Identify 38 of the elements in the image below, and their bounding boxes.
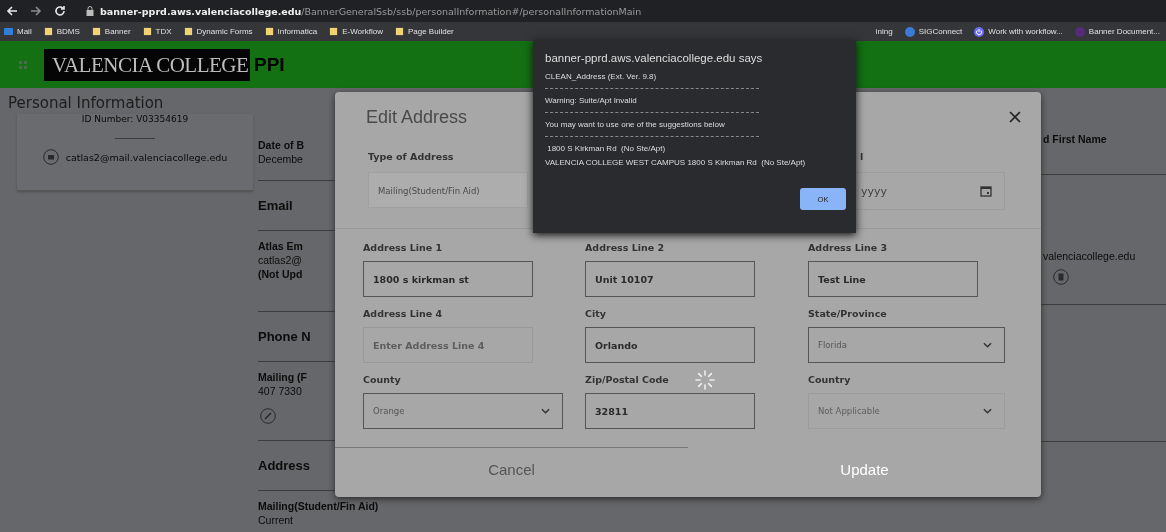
field-label: Mailing (F (258, 370, 307, 384)
app-name: PPI (254, 53, 285, 76)
section-heading: Address (258, 458, 311, 473)
field-value: Decembe (258, 152, 303, 166)
section-heading: Phone N (258, 329, 311, 344)
field-label: County (363, 373, 401, 387)
field-label: Address Line 2 (585, 241, 665, 255)
field-label: Country (808, 373, 851, 387)
field-value: Current (258, 513, 293, 527)
alert-message: 1800 S Kirkman Rd (No Ste/Apt) (546, 143, 667, 155)
field-label: Mailing(Student/Fin Aid) (258, 499, 379, 513)
field-label: Atlas Em (258, 239, 303, 253)
field-label: d First Name (1043, 132, 1108, 146)
field-label: (Not Upd (258, 267, 303, 281)
url-path: /BannerGeneralSsb/ssb/personalInformation#/personalInformationMain (301, 5, 642, 17)
alert-message: You may want to use one of the suggestions below (545, 119, 726, 131)
url-host: banner-pprd.aws.valenciacollege.edu (100, 5, 302, 17)
field-label: Zip/Postal Code (585, 373, 669, 387)
field-label: Type of Address (368, 150, 455, 164)
field-label: Address Line 3 (808, 241, 888, 255)
page-title: Personal Information (8, 94, 165, 112)
field-label: Date of B (258, 138, 305, 152)
alert-message: Warning: Suite/Apt Invalid (545, 95, 638, 107)
field-value: valenciacollege.edu (1043, 249, 1137, 263)
field-label: City (585, 307, 606, 321)
field-label: Address Line 4 (363, 307, 443, 321)
alert-title: banner-pprd.aws.valenciacollege.edu says (545, 51, 764, 66)
field-label: State/Province (808, 307, 887, 321)
field-label: Address Line 1 (363, 241, 443, 255)
field-value: catlas2@ (258, 253, 302, 267)
email-address: catlas2@mail.valenciacollege.edu (65, 151, 228, 163)
section-heading: Email (258, 198, 293, 213)
id-number: ID Number: V03354619 (81, 114, 189, 124)
alert-message: CLEAN_Address (Ext. Ver. 9.8) (545, 71, 658, 83)
alert-message: VALENCIA COLLEGE WEST CAMPUS 1800 S Kirkman Rd (No Ste/Apt) (545, 157, 807, 169)
field-value: 407 7330 (258, 384, 302, 398)
field-label: l (859, 150, 865, 164)
dialog-title: Edit Address (366, 106, 468, 128)
